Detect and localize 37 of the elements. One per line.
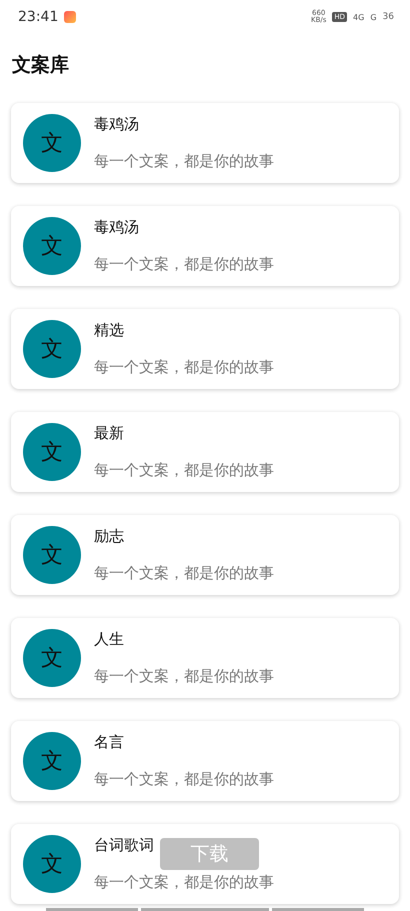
avatar: 文 [23, 526, 81, 584]
avatar: 文 [23, 423, 81, 481]
avatar: 文 [23, 835, 81, 893]
category-name: 精选 [94, 321, 124, 340]
category-subtitle: 每一个文案，都是你的故事 [94, 667, 274, 686]
category-name: 台词歌词 [94, 836, 154, 855]
category-card[interactable]: 文 毒鸡汤 每一个文案，都是你的故事 [11, 103, 399, 183]
category-card[interactable]: 文 励志 每一个文案，都是你的故事 [11, 515, 399, 595]
category-card[interactable]: 文 毒鸡汤 每一个文案，都是你的故事 [11, 206, 399, 286]
avatar: 文 [23, 732, 81, 790]
category-name: 毒鸡汤 [94, 115, 139, 134]
category-name: 毒鸡汤 [94, 218, 139, 237]
category-subtitle: 每一个文案，都是你的故事 [94, 564, 274, 583]
category-subtitle: 每一个文案，都是你的故事 [94, 255, 274, 274]
category-subtitle: 每一个文案，都是你的故事 [94, 873, 274, 892]
category-name: 人生 [94, 630, 124, 649]
category-name: 励志 [94, 527, 124, 546]
avatar: 文 [23, 320, 81, 378]
page-title: 文案库 [12, 53, 70, 78]
category-subtitle: 每一个文案，都是你的故事 [94, 358, 274, 377]
category-name: 名言 [94, 733, 124, 752]
avatar: 文 [23, 217, 81, 275]
battery-level: 36 [382, 12, 394, 22]
category-card[interactable]: 文 精选 每一个文案，都是你的故事 [11, 309, 399, 389]
status-time: 23:41 [18, 9, 58, 25]
network-type-secondary: G [370, 12, 377, 22]
category-subtitle: 每一个文案，都是你的故事 [94, 461, 274, 480]
category-name: 最新 [94, 424, 124, 443]
avatar: 文 [23, 114, 81, 172]
category-subtitle: 每一个文案，都是你的故事 [94, 152, 274, 171]
avatar: 文 [23, 629, 81, 687]
category-card[interactable]: 文 名言 每一个文案，都是你的故事 [11, 721, 399, 801]
category-subtitle: 每一个文案，都是你的故事 [94, 770, 274, 789]
category-card[interactable]: 文 最新 每一个文案，都是你的故事 [11, 412, 399, 492]
download-toast: 下载 [160, 838, 259, 870]
category-card[interactable]: 文 人生 每一个文案，都是你的故事 [11, 618, 399, 698]
network-type: 4G [353, 12, 364, 22]
